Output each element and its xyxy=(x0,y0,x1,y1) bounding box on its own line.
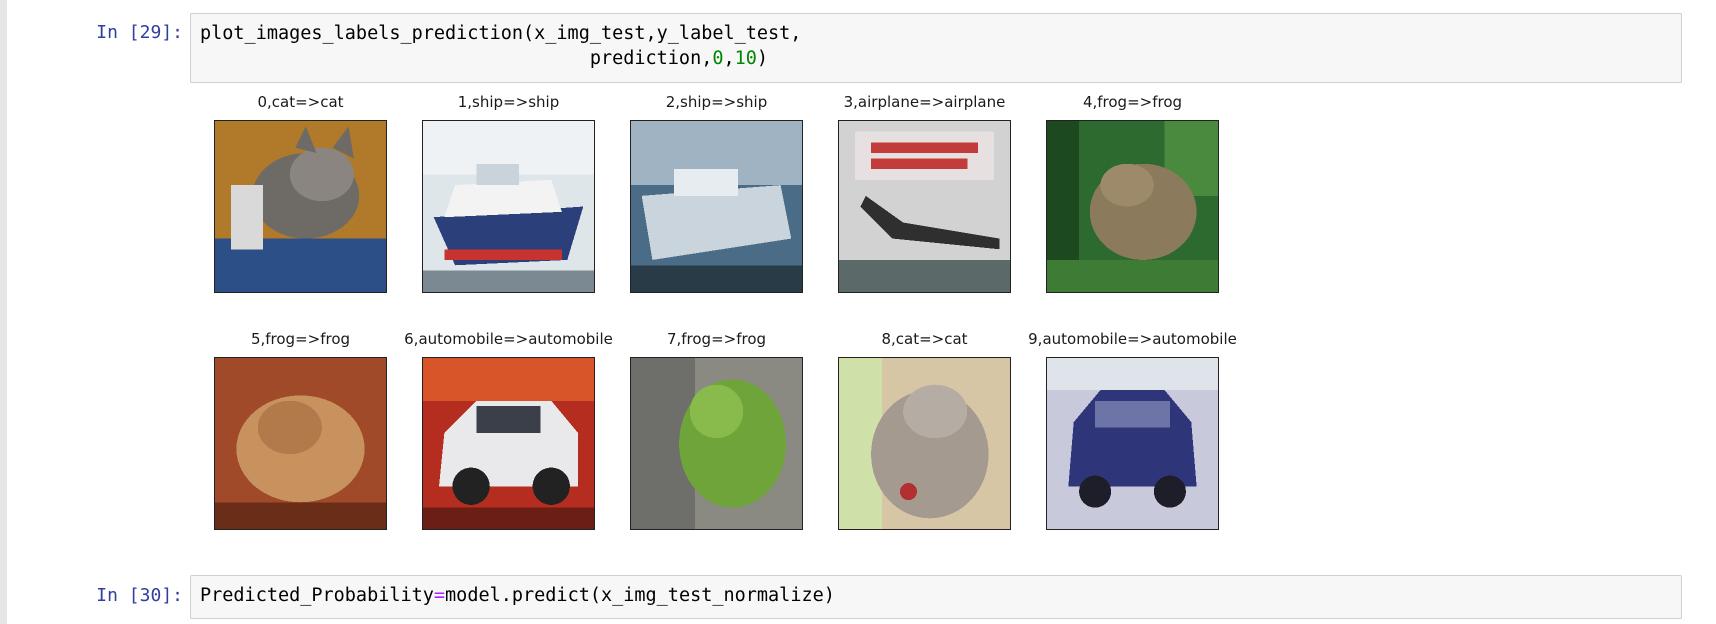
image-tile: 7,frog=>frog xyxy=(606,330,803,535)
cell-30-code-input[interactable]: Predicted_Probability=model.predict(x_im… xyxy=(190,575,1682,619)
image-tile: 5,frog=>frog xyxy=(190,330,387,535)
image-tile: 3,airplane=>airplane xyxy=(814,93,1011,298)
image-tile: 1,ship=>ship xyxy=(398,93,595,298)
code-token: prediction, xyxy=(200,48,713,69)
frog-image xyxy=(1046,120,1219,293)
code-line: plot_images_labels_prediction(x_img_test… xyxy=(200,21,1672,46)
image-title: 9,automobile=>automobile xyxy=(1028,330,1237,348)
code-line: prediction,0,10) xyxy=(200,46,1672,71)
code-line: Predicted_Probability=model.predict(x_im… xyxy=(200,583,1672,608)
code-token: , xyxy=(723,48,735,69)
code-token: Predicted_Probability xyxy=(200,585,434,606)
cell-29-output: 0,cat=>cat 1,ship=>ship 2,ship=>ship 3,airp… xyxy=(190,93,1290,543)
cell-30-prompt: In [30]: xyxy=(96,585,183,606)
code-number-token: 0 xyxy=(712,48,724,69)
image-tile: 8,cat=>cat xyxy=(814,330,1011,535)
cell-29-prompt: In [29]: xyxy=(96,22,183,43)
image-tile: 6,automobile=>automobile xyxy=(398,330,613,535)
image-tile: 4,frog=>frog xyxy=(1022,93,1219,298)
frog-image xyxy=(214,357,387,530)
image-title: 4,frog=>frog xyxy=(1082,93,1183,111)
airplane-image xyxy=(838,120,1011,293)
cat-image xyxy=(838,357,1011,530)
frog-image xyxy=(630,357,803,530)
ship-image xyxy=(422,120,595,293)
code-token: model.predict(x_img_test_normalize) xyxy=(445,585,835,606)
code-token: plot_images_labels_prediction(x_img_test… xyxy=(200,23,802,44)
image-tile: 0,cat=>cat xyxy=(190,93,387,298)
code-number-token: 10 xyxy=(734,48,757,69)
image-tile: 2,ship=>ship xyxy=(606,93,803,298)
notebook-left-margin xyxy=(0,0,7,624)
automobile-image xyxy=(1046,357,1219,530)
code-token: ) xyxy=(756,48,769,69)
image-tile: 9,automobile=>automobile xyxy=(1022,330,1237,535)
ship-image xyxy=(630,120,803,293)
code-operator-token: = xyxy=(433,585,446,606)
cat-image xyxy=(214,120,387,293)
automobile-image xyxy=(422,357,595,530)
cell-29-code-input[interactable]: plot_images_labels_prediction(x_img_test… xyxy=(190,13,1682,83)
